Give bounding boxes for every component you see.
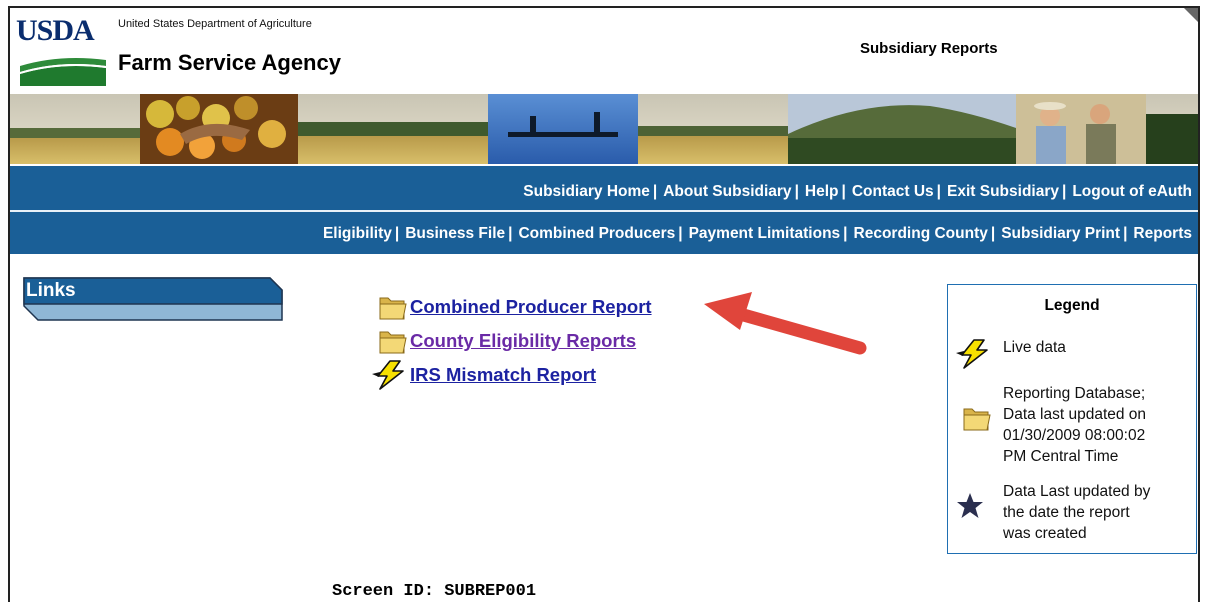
nav-contact-us[interactable]: Contact Us	[852, 183, 934, 201]
nav-separator: |	[990, 225, 996, 242]
legend-line: 01/30/2009 08:00:02	[1003, 427, 1146, 444]
page-title: Subsidiary Reports	[860, 40, 998, 57]
page-frame: USDA United States Department of Agricul…	[8, 6, 1200, 602]
banner-image	[10, 94, 1198, 164]
nav-separator: |	[1062, 183, 1067, 200]
nav-recording-county[interactable]: Recording County	[854, 225, 988, 243]
report-list: Combined Producer Report County Eligibil…	[370, 290, 652, 392]
legend-line: Data last updated on	[1003, 406, 1147, 423]
nav-logout-eauth[interactable]: Logout of eAuth	[1072, 183, 1192, 201]
nav-combined-producers[interactable]: Combined Producers	[518, 225, 675, 243]
legend-line: PM Central Time	[1003, 448, 1119, 465]
primary-nav: Subsidiary Home | About Subsidiary | Hel…	[523, 183, 1192, 201]
nav-reports[interactable]: Reports	[1133, 225, 1192, 243]
legend-text-reporting-db: Reporting Database; Data last updated on…	[1003, 383, 1146, 467]
site-header: USDA United States Department of Agricul…	[10, 8, 1198, 94]
main-nav: Subsidiary Home | About Subsidiary | Hel…	[10, 166, 1198, 254]
county-eligibility-reports-link[interactable]: County Eligibility Reports	[410, 330, 636, 352]
nav-help[interactable]: Help	[805, 183, 839, 201]
nav-business-file[interactable]: Business File	[405, 225, 505, 243]
nav-separator: |	[394, 225, 400, 242]
nav-separator: |	[678, 225, 683, 242]
irs-mismatch-report-link[interactable]: IRS Mismatch Report	[410, 364, 596, 386]
nav-eligibility[interactable]: Eligibility	[323, 225, 392, 243]
report-item-combined-producer: Combined Producer Report	[370, 290, 652, 324]
legend-line: Live data	[1003, 339, 1066, 356]
legend-text-last-updated: Data Last updated by the date the report…	[1003, 481, 1150, 544]
legend-line: the date the report	[1003, 504, 1130, 521]
usda-logo-band	[20, 58, 106, 86]
nav-divider	[10, 210, 1198, 212]
nav-subsidiary-home[interactable]: Subsidiary Home	[523, 183, 650, 201]
folder-icon	[370, 292, 410, 322]
agency-name: Farm Service Agency	[118, 50, 341, 75]
legend-line: Data Last updated by	[1003, 483, 1151, 500]
nav-separator: |	[841, 183, 846, 200]
legend-text-live-data: Live data	[1003, 337, 1066, 358]
links-panel-title: Links	[26, 280, 76, 301]
report-item-irs-mismatch: IRS Mismatch Report	[370, 358, 652, 392]
lightning-icon	[954, 339, 994, 369]
usda-logo-text: USDA	[16, 14, 95, 47]
legend-box: Legend Live data Reporting Database; Dat…	[947, 284, 1197, 554]
nav-exit-subsidiary[interactable]: Exit Subsidiary	[947, 183, 1059, 201]
department-name: United States Department of Agriculture	[118, 18, 312, 30]
photo-banner	[10, 94, 1198, 164]
report-item-county-eligibility: County Eligibility Reports	[370, 324, 652, 358]
screen-id: Screen ID: SUBREP001	[332, 582, 537, 601]
nav-subsidiary-print[interactable]: Subsidiary Print	[1001, 225, 1120, 243]
lightning-icon	[370, 360, 410, 390]
nav-payment-limitations[interactable]: Payment Limitations	[689, 225, 841, 243]
combined-producer-report-link[interactable]: Combined Producer Report	[410, 296, 652, 318]
usda-logo[interactable]: USDA	[16, 14, 108, 86]
legend-title: Legend	[1044, 297, 1100, 314]
nav-separator: |	[794, 183, 799, 200]
star-icon	[954, 491, 994, 521]
nav-separator: |	[508, 225, 513, 242]
nav-separator: |	[1123, 225, 1128, 242]
folder-icon	[370, 326, 410, 356]
legend-line: was created	[1003, 525, 1087, 542]
folder-icon	[954, 403, 994, 433]
nav-about-subsidiary[interactable]: About Subsidiary	[663, 183, 791, 201]
nav-separator: |	[936, 183, 942, 200]
nav-separator: |	[843, 225, 848, 242]
secondary-nav: Eligibility | Business File | Combined P…	[323, 225, 1192, 243]
annotation-arrow-icon	[704, 292, 867, 355]
legend-line: Reporting Database;	[1003, 385, 1146, 402]
nav-separator: |	[652, 183, 658, 200]
